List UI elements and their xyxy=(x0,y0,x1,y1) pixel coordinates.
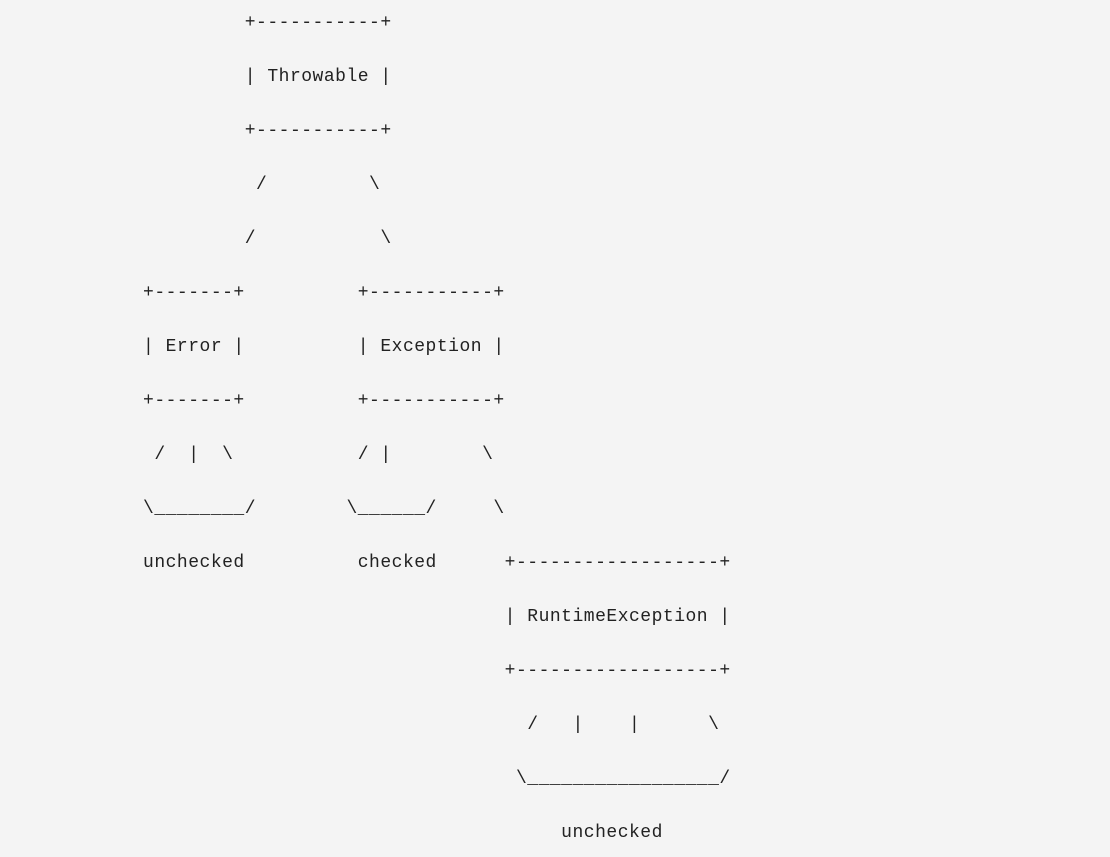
diagram-line: +------------------+ xyxy=(30,658,1080,685)
diagram-line: / \ xyxy=(30,172,1080,199)
diagram-line: \________/ \______/ \ xyxy=(30,496,1080,523)
throwable-node: | Throwable | xyxy=(30,64,1080,91)
error-exception-nodes: | Error | | Exception | xyxy=(30,334,1080,361)
diagram-line: +-----------+ xyxy=(30,10,1080,37)
runtime-exception-node: | RuntimeException | xyxy=(30,604,1080,631)
diagram-line: +-------+ +-----------+ xyxy=(30,280,1080,307)
diagram-line: \_________________/ xyxy=(30,766,1080,793)
runtime-type-label: unchecked xyxy=(30,820,1080,847)
diagram-line: / | | \ xyxy=(30,712,1080,739)
diagram-line: / \ xyxy=(30,226,1080,253)
ascii-diagram: +-----------+ | Throwable | +-----------… xyxy=(0,0,1110,857)
diagram-line: +-----------+ xyxy=(30,118,1080,145)
diagram-line: +-------+ +-----------+ xyxy=(30,388,1080,415)
diagram-line: / | \ / | \ xyxy=(30,442,1080,469)
type-labels-line: unchecked checked +------------------+ xyxy=(30,550,1080,577)
